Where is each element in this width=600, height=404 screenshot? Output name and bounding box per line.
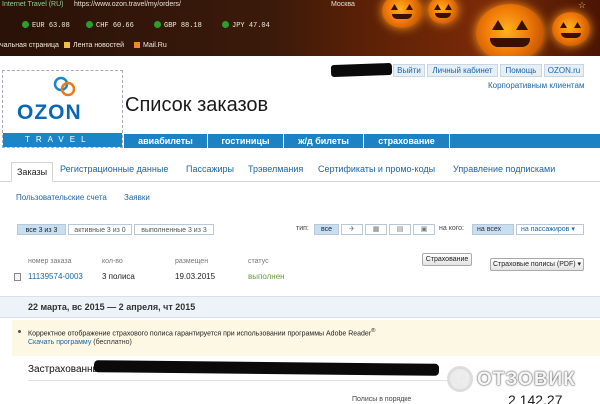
- logo-emblem-icon: [53, 76, 76, 97]
- adobe-notice: Корректное отображение страхового полиса…: [12, 320, 600, 356]
- hotel-icon: ▦: [372, 226, 380, 233]
- currency-chf: CHF 60.66: [86, 21, 134, 30]
- order-qty: 3 полиса: [102, 272, 135, 281]
- pumpkin-decoration-icon: [552, 12, 590, 46]
- currency-toolbar: EUR 63.08 CHF 60.66 GBP 88.18 JPY 47.04: [0, 17, 300, 35]
- bullet-icon: [18, 330, 21, 333]
- service-navbar: авиабилеты гостиницы ж/д билеты страхова…: [124, 134, 600, 148]
- currency-dot-icon: [22, 21, 29, 28]
- currency-eur: EUR 63.08: [22, 21, 70, 30]
- sub-tab-requests[interactable]: Заявки: [124, 193, 150, 202]
- filter-all[interactable]: все 3 из 3: [17, 224, 66, 235]
- trip-date-range: 22 марта, вс 2015 — 2 апреля, чт 2015: [0, 296, 600, 318]
- nav-hotels[interactable]: гостиницы: [208, 134, 284, 148]
- pumpkin-decoration-icon: [476, 4, 544, 56]
- currency-dot-icon: [154, 21, 161, 28]
- folder-icon: [64, 42, 70, 48]
- divider: [28, 380, 448, 381]
- chevron-down-icon: ▾: [577, 261, 582, 268]
- tabs-divider: [0, 181, 600, 182]
- logout-link[interactable]: Выйти: [393, 64, 425, 77]
- tab-passengers[interactable]: Пассажиры: [186, 164, 234, 174]
- browser-chrome: Internet Travel (RU) https://www.ozon.tr…: [0, 0, 600, 56]
- mailru-icon: [134, 42, 140, 48]
- watermark-text: ОТЗОВИК: [477, 369, 576, 390]
- redacted-insured-names: [93, 360, 440, 376]
- who-passengers-select[interactable]: на пассажиров ▾: [516, 224, 584, 235]
- bookmark-home[interactable]: чальная страница: [0, 42, 59, 49]
- type-avia-button[interactable]: ✈: [341, 224, 363, 235]
- nav-avia[interactable]: авиабилеты: [124, 134, 208, 148]
- who-label: на кого:: [439, 225, 464, 232]
- bookmark-news[interactable]: Лента новостей: [64, 42, 124, 49]
- ozon-travel-logo[interactable]: OZON TRAVEL: [2, 70, 123, 148]
- order-placed-date: 19.03.2015: [175, 272, 216, 281]
- col-status: статус: [248, 258, 269, 265]
- nav-rail[interactable]: ж/д билеты: [284, 134, 364, 148]
- who-all-button[interactable]: на всех: [472, 224, 514, 235]
- currency-dot-icon: [86, 21, 93, 28]
- type-all-button[interactable]: все: [314, 224, 339, 235]
- logo-subtitle-bar: TRAVEL: [3, 133, 122, 147]
- nav-insurance[interactable]: страхование: [364, 134, 450, 148]
- pumpkin-decoration-icon: [382, 0, 422, 28]
- filter-completed[interactable]: выполненные 3 из 3: [134, 224, 214, 235]
- page-title: Список заказов: [125, 94, 269, 116]
- bookmark-mailru[interactable]: Mail.Ru: [134, 42, 167, 49]
- col-placed: размещен: [175, 258, 209, 265]
- type-insurance-button[interactable]: ▣: [413, 224, 435, 235]
- col-qty: кол-во: [102, 258, 123, 265]
- tab-registration[interactable]: Регистрационные данные: [60, 164, 168, 174]
- plane-icon: ✈: [349, 226, 355, 233]
- bottom-status-text: Полисы в порядке: [352, 396, 412, 403]
- currency-gbp: GBP 88.18: [154, 21, 202, 30]
- type-label: тип:: [296, 225, 309, 232]
- help-link[interactable]: Помощь: [500, 64, 542, 77]
- site-identity-label: Internet Travel (RU): [2, 1, 64, 8]
- tab-orders[interactable]: Заказы: [11, 162, 54, 182]
- pdf-policies-button[interactable]: Страховые полисы (PDF) ▾: [490, 258, 584, 271]
- col-order-number: номер заказа: [28, 258, 72, 265]
- account-link[interactable]: Личный кабинет: [427, 64, 498, 77]
- tab-travelmania[interactable]: Трэвелмания: [248, 164, 303, 174]
- corporate-clients-link[interactable]: Корпоративным клиентам: [488, 81, 584, 90]
- logo-main-text: OZON: [17, 101, 82, 124]
- download-reader-link[interactable]: Скачать программу: [28, 339, 91, 346]
- sub-tab-accounts[interactable]: Пользовательские счета: [16, 193, 107, 202]
- chevron-down-icon: ▾: [571, 226, 575, 233]
- currency-jpy: JPY 47.04: [222, 21, 270, 30]
- currency-dot-icon: [222, 21, 229, 28]
- insurance-icon: ▣: [420, 226, 428, 233]
- tab-subscriptions[interactable]: Управление подписками: [453, 164, 555, 174]
- otzovik-watermark: O ОТЗОВИК: [447, 365, 597, 395]
- pumpkin-decoration-icon: [428, 0, 458, 24]
- bookmark-star-icon[interactable]: ☆: [578, 0, 586, 11]
- train-icon: ▤: [396, 226, 404, 233]
- policy-button[interactable]: Страхование: [422, 253, 472, 266]
- otzovik-logo-icon: O: [447, 366, 473, 392]
- type-hotel-button[interactable]: ▦: [365, 224, 387, 235]
- order-number-link[interactable]: 11139574-0003: [28, 272, 83, 281]
- filter-active[interactable]: активные 3 из 0: [68, 224, 132, 235]
- type-rail-button[interactable]: ▤: [389, 224, 411, 235]
- ozon-ru-link[interactable]: OZON.ru: [544, 64, 584, 77]
- url-text[interactable]: https://www.ozon.travel/my/orders/: [74, 1, 181, 8]
- order-status: выполнен: [248, 272, 285, 281]
- redacted-username: [330, 62, 393, 78]
- document-icon: [14, 273, 21, 281]
- city-label: Москва: [331, 1, 355, 8]
- tab-certificates[interactable]: Сертификаты и промо-коды: [318, 164, 435, 174]
